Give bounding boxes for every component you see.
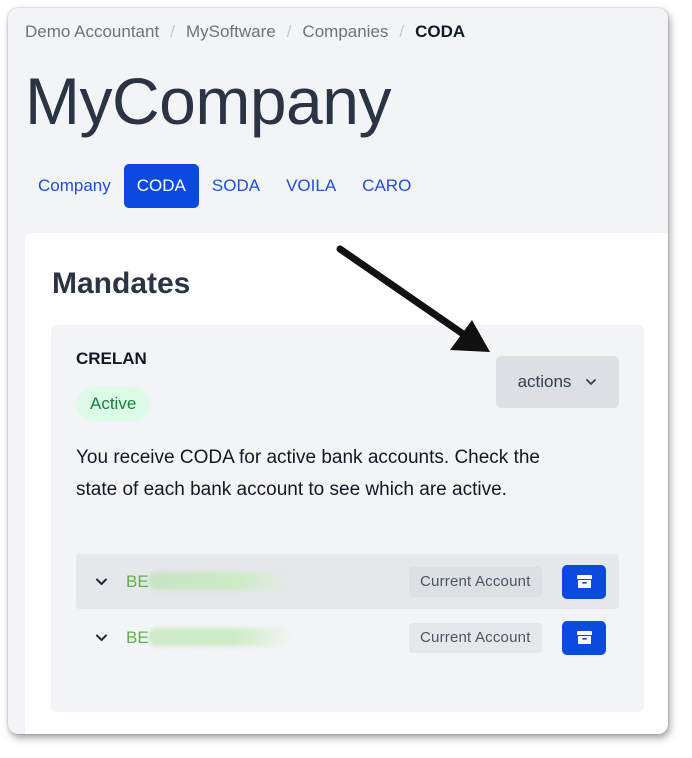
- account-row: BE Current Account: [76, 610, 619, 665]
- account-iban: BE: [126, 571, 149, 591]
- breadcrumb-separator: /: [399, 22, 405, 41]
- actions-label: actions: [517, 372, 572, 391]
- breadcrumb-item-demo-accountant[interactable]: Demo Accountant: [25, 22, 159, 42]
- tab-voila[interactable]: VOILA: [273, 164, 349, 208]
- account-type-badge: Current Account: [409, 622, 542, 653]
- page-title: MyCompany: [25, 64, 391, 138]
- actions-dropdown-button[interactable]: actions: [496, 356, 619, 408]
- breadcrumb-item-mysoftware[interactable]: MySoftware: [186, 22, 276, 42]
- tab-bar: Company CODA SODA VOILA CARO: [25, 164, 424, 208]
- tab-caro[interactable]: CARO: [349, 164, 424, 208]
- breadcrumb-item-companies[interactable]: Companies: [302, 22, 388, 42]
- tab-coda[interactable]: CODA: [123, 164, 199, 208]
- chevron-down-icon: [586, 379, 597, 385]
- breadcrumb-separator: /: [286, 22, 292, 41]
- breadcrumb-current: CODA: [415, 22, 466, 41]
- account-iban: BE: [126, 627, 149, 647]
- archive-icon: [576, 631, 592, 644]
- account-row: BE Current Account: [76, 554, 619, 609]
- mandate-card: CRELAN Active actions You receive CODA f…: [51, 325, 644, 712]
- app-window: Demo Accountant / MySoftware / Companies…: [8, 8, 668, 734]
- section-title: Mandates: [52, 267, 191, 300]
- redacted-iban: [148, 572, 290, 590]
- mandates-panel: Mandates CRELAN Active actions You recei…: [25, 233, 668, 734]
- account-type-badge: Current Account: [409, 566, 542, 597]
- archive-button[interactable]: [562, 620, 606, 655]
- status-badge: Active: [76, 387, 151, 421]
- archive-button[interactable]: [562, 564, 606, 599]
- mandate-description: You receive CODA for active bank account…: [76, 447, 540, 500]
- tab-soda[interactable]: SODA: [199, 164, 273, 208]
- breadcrumb: Demo Accountant / MySoftware / Companies…: [25, 22, 465, 42]
- breadcrumb-separator: /: [170, 22, 175, 41]
- tab-company[interactable]: Company: [25, 164, 124, 208]
- bank-name: CRELAN: [76, 349, 147, 368]
- chevron-down-icon[interactable]: [94, 574, 109, 589]
- chevron-down-icon[interactable]: [94, 630, 109, 645]
- archive-icon: [576, 575, 592, 588]
- redacted-iban: [148, 628, 290, 646]
